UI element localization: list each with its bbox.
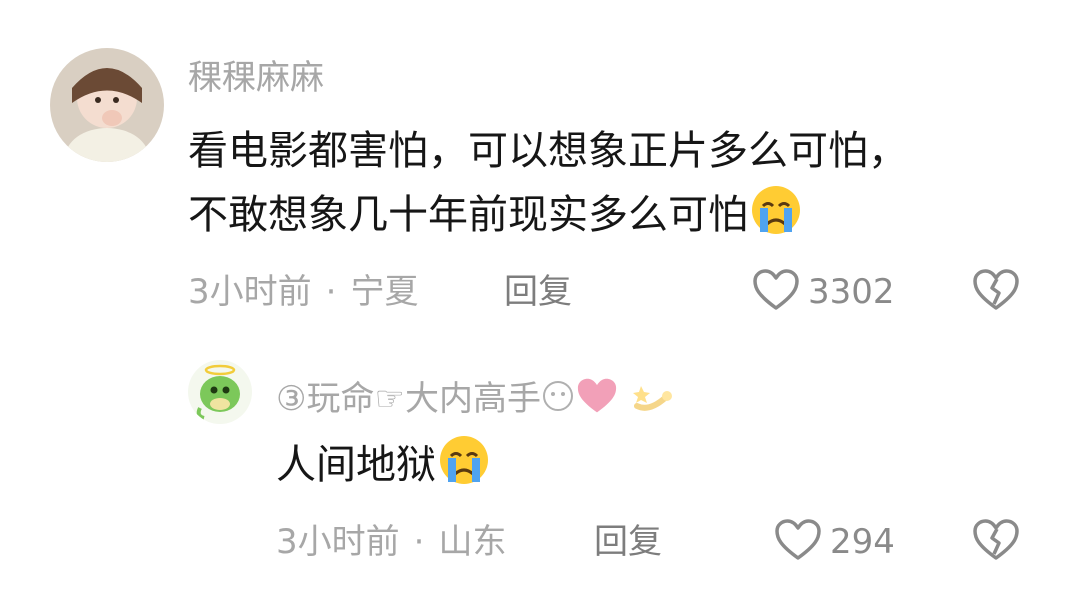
comment-text-line: 看电影都害怕，可以想象正片多么可怕，	[188, 128, 908, 174]
separator: ·	[413, 522, 425, 562]
pink-heart-icon	[575, 376, 619, 425]
like-count: 3302	[808, 272, 895, 312]
avatar-image	[50, 48, 164, 162]
comment-location: 山东	[438, 522, 507, 562]
like-button[interactable]: 294	[774, 518, 895, 566]
avatar[interactable]	[188, 360, 252, 424]
dizzy-icon	[631, 376, 675, 425]
username[interactable]: ③玩命☞大内高手	[276, 376, 675, 425]
username-main: 玩命☞大内高手	[306, 379, 541, 419]
heart-outline-icon	[752, 268, 800, 316]
comment-text: 看电影都害怕，可以想象正片多么可怕，	[188, 120, 908, 182]
comment-meta: 3小时前 · 宁夏	[188, 272, 418, 312]
like-button[interactable]: 3302	[752, 268, 895, 316]
avatar[interactable]	[50, 48, 164, 162]
username-prefix: ③	[276, 379, 307, 419]
reply-button[interactable]: 回复	[594, 522, 662, 562]
comment-text-line: 不敢想象几十年前现实多么可怕	[188, 192, 748, 238]
dislike-button[interactable]	[972, 518, 1020, 566]
decor-face-icon	[541, 379, 575, 422]
comment-text-line: 人间地狱	[276, 442, 436, 488]
username[interactable]: 稞稞麻麻	[188, 58, 324, 98]
comment-time: 3小时前	[276, 522, 400, 562]
heart-outline-icon	[774, 518, 822, 566]
dislike-button[interactable]	[972, 268, 1020, 316]
like-count: 294	[830, 522, 895, 562]
broken-heart-icon	[972, 519, 1020, 566]
broken-heart-icon	[972, 269, 1020, 316]
separator: ·	[325, 272, 337, 312]
comment-text: 人间地狱	[276, 434, 490, 504]
crying-face-emoji	[438, 434, 490, 504]
crying-face-emoji	[750, 184, 802, 254]
comment-time: 3小时前	[188, 272, 312, 312]
comment-meta: 3小时前 · 山东	[276, 522, 506, 562]
reply-button[interactable]: 回复	[504, 272, 572, 312]
avatar-image	[188, 360, 252, 424]
comment-text: 不敢想象几十年前现实多么可怕	[188, 184, 802, 254]
comment-location: 宁夏	[350, 272, 419, 312]
